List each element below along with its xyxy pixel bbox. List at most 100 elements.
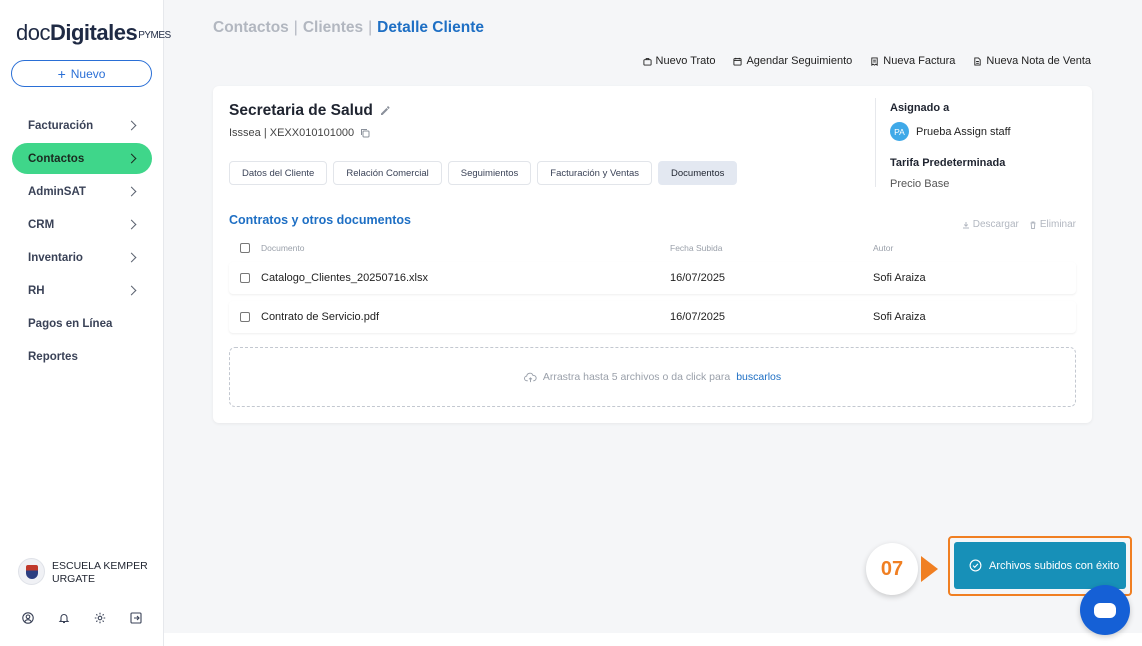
chevron-right-icon bbox=[126, 219, 137, 230]
breadcrumb-current: Detalle Cliente bbox=[377, 19, 484, 36]
divider bbox=[875, 98, 876, 187]
brand-logo-thin: doc bbox=[16, 20, 50, 45]
user-circle-icon[interactable] bbox=[22, 612, 34, 624]
pencil-icon[interactable] bbox=[380, 106, 390, 116]
page-actions: Nuevo Trato Agendar Seguimiento Nueva Fa… bbox=[642, 55, 1091, 67]
delete-label: Eliminar bbox=[1039, 219, 1076, 230]
sidebar-item-label: Facturación bbox=[28, 119, 94, 132]
tab-datos-cliente[interactable]: Datos del Cliente bbox=[229, 161, 328, 185]
table-row[interactable]: Catalogo_Clientes_20250716.xlsx 16/07/20… bbox=[229, 262, 1076, 294]
sidebar-item-reportes[interactable]: Reportes bbox=[12, 341, 152, 372]
plus-icon: + bbox=[57, 65, 66, 82]
new-button-label: Nuevo bbox=[70, 66, 106, 81]
client-subtitle-text: Isssea | XEXX010101000 bbox=[229, 127, 355, 139]
download-button[interactable]: Descargar bbox=[962, 219, 1019, 230]
chat-button[interactable] bbox=[1080, 585, 1130, 635]
tab-seguimientos[interactable]: Seguimientos bbox=[447, 161, 532, 185]
chevron-right-icon bbox=[126, 252, 137, 263]
tab-documentos[interactable]: Documentos bbox=[658, 161, 738, 185]
sidebar-item-facturacion[interactable]: Facturación bbox=[12, 110, 152, 141]
assignee-name: Prueba Assign staff bbox=[916, 125, 1011, 138]
column-header-autor: Autor bbox=[873, 243, 894, 253]
new-sales-note-label: Nueva Nota de Venta bbox=[986, 55, 1091, 67]
breadcrumb-separator: | bbox=[368, 19, 373, 36]
sidebar-item-label: Reportes bbox=[28, 350, 78, 363]
cloud-upload-icon bbox=[523, 372, 537, 382]
row-checkbox[interactable] bbox=[240, 273, 250, 283]
document-author: Sofi Araiza bbox=[873, 311, 926, 323]
client-name: Secretaria de Salud bbox=[229, 102, 390, 120]
organization-switcher[interactable]: ESCUELA KEMPER URGATE bbox=[18, 558, 152, 586]
client-detail-card: Secretaria de Salud Isssea | XEXX0101010… bbox=[213, 86, 1092, 423]
step-badge: 07 bbox=[866, 543, 918, 595]
chevron-right-icon bbox=[126, 186, 137, 197]
sidebar-item-contactos[interactable]: Contactos bbox=[12, 143, 152, 174]
trash-icon bbox=[1030, 221, 1036, 229]
success-toast: Archivos subidos con éxito bbox=[954, 542, 1126, 589]
crest-icon bbox=[25, 564, 38, 579]
assigned-label: Asignado a bbox=[890, 102, 950, 114]
sidebar-nav: Facturación Contactos AdminSAT CRM Inven… bbox=[12, 110, 152, 374]
delete-button[interactable]: Eliminar bbox=[1029, 219, 1076, 230]
tab-relacion-comercial[interactable]: Relación Comercial bbox=[333, 161, 442, 185]
documents-section-title: Contratos y otros documentos bbox=[229, 213, 411, 227]
sidebar-item-inventario[interactable]: Inventario bbox=[12, 242, 152, 273]
tab-facturacion-ventas[interactable]: Facturación y Ventas bbox=[537, 161, 653, 185]
new-button[interactable]: + Nuevo bbox=[11, 60, 152, 87]
table-row[interactable]: Contrato de Servicio.pdf 16/07/2025 Sofi… bbox=[229, 301, 1076, 333]
browse-files-link[interactable]: buscarlos bbox=[736, 371, 781, 383]
calendar-icon bbox=[733, 57, 743, 66]
invoice-icon bbox=[871, 56, 878, 66]
sidebar-item-label: CRM bbox=[28, 218, 55, 231]
chevron-right-icon bbox=[126, 120, 137, 131]
gear-icon[interactable] bbox=[94, 612, 106, 624]
sidebar-item-adminsat[interactable]: AdminSAT bbox=[12, 176, 152, 207]
new-deal-button[interactable]: Nuevo Trato bbox=[642, 55, 716, 67]
sidebar: docDigitalesPYMES + Nuevo Facturación Co… bbox=[0, 0, 171, 646]
organization-name: ESCUELA KEMPER URGATE bbox=[52, 560, 148, 585]
copy-icon[interactable] bbox=[360, 128, 370, 138]
breadcrumb-clientes[interactable]: Clientes bbox=[303, 19, 363, 36]
column-header-documento: Documento bbox=[261, 243, 305, 253]
organization-avatar bbox=[18, 558, 45, 585]
assignee[interactable]: PA Prueba Assign staff bbox=[890, 122, 1011, 141]
sidebar-item-label: RH bbox=[28, 284, 45, 297]
documents-table: Documento Fecha Subida Autor Catalogo_Cl… bbox=[229, 240, 1076, 333]
document-author: Sofi Araiza bbox=[873, 272, 926, 284]
logout-icon[interactable] bbox=[130, 612, 142, 624]
document-date: 16/07/2025 bbox=[670, 272, 726, 284]
select-all-checkbox[interactable] bbox=[240, 243, 250, 253]
briefcase-icon bbox=[642, 57, 652, 66]
column-header-fecha: Fecha Subida bbox=[670, 243, 723, 253]
sidebar-item-crm[interactable]: CRM bbox=[12, 209, 152, 240]
arrow-icon bbox=[921, 556, 938, 582]
new-invoice-button[interactable]: Nueva Factura bbox=[870, 55, 955, 67]
check-circle-icon bbox=[969, 559, 982, 572]
tarifa-label: Tarifa Predeterminada bbox=[890, 157, 1006, 169]
brand-logo-bold: Digitales bbox=[49, 20, 138, 45]
sidebar-item-rh[interactable]: RH bbox=[12, 275, 152, 306]
new-deal-label: Nuevo Trato bbox=[655, 55, 716, 67]
sidebar-item-label: Pagos en Línea bbox=[28, 317, 113, 330]
assignment-panel: Asignado a PA Prueba Assign staff Tarifa… bbox=[890, 102, 1011, 190]
schedule-followup-button[interactable]: Agendar Seguimiento bbox=[733, 55, 852, 67]
sidebar-item-pagos-en-linea[interactable]: Pagos en Línea bbox=[12, 308, 152, 339]
brand-logo[interactable]: docDigitalesPYMES bbox=[16, 20, 171, 46]
tarifa-value: Precio Base bbox=[890, 178, 950, 190]
new-sales-note-button[interactable]: Nueva Nota de Venta bbox=[973, 55, 1091, 67]
client-name-text: Secretaria de Salud bbox=[229, 102, 373, 119]
chat-icon bbox=[1094, 602, 1116, 618]
document-date: 16/07/2025 bbox=[670, 311, 726, 323]
new-invoice-label: Nueva Factura bbox=[883, 55, 956, 67]
client-subtitle: Isssea | XEXX010101000 bbox=[229, 127, 370, 139]
chevron-right-icon bbox=[126, 153, 137, 164]
row-checkbox[interactable] bbox=[240, 312, 250, 322]
sidebar-item-label: Inventario bbox=[28, 251, 83, 264]
document-actions: Descargar Eliminar bbox=[962, 219, 1076, 230]
bell-icon[interactable] bbox=[58, 612, 70, 624]
client-tabs: Datos del Cliente Relación Comercial Seg… bbox=[229, 161, 738, 185]
dropzone-text: Arrastra hasta 5 archivos o da click par… bbox=[542, 371, 731, 383]
breadcrumb-contactos[interactable]: Contactos bbox=[213, 19, 289, 36]
document-name: Catalogo_Clientes_20250716.xlsx bbox=[261, 272, 428, 284]
file-dropzone[interactable]: Arrastra hasta 5 archivos o da click par… bbox=[229, 347, 1076, 407]
